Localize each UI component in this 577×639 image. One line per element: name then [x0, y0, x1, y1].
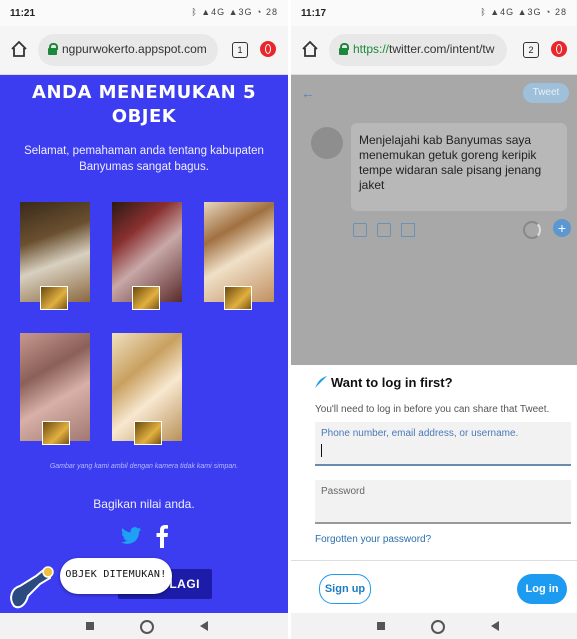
- play-again-label: LAGI: [169, 577, 200, 591]
- url-text: ngpurwokerto.appspot.com: [62, 42, 207, 56]
- photo-caption: Gambar yang kami ambil dengan kamera tid…: [49, 463, 239, 470]
- image-icon[interactable]: [353, 223, 367, 237]
- trumpet-mascot-icon: [10, 566, 54, 609]
- status-icons: ᛒ ▲4G ▲3G ◔ 28: [191, 7, 278, 17]
- login-subtitle: You'll need to log in before you can sha…: [315, 404, 550, 415]
- home-icon[interactable]: [301, 40, 319, 58]
- tab-count-button[interactable]: 2: [523, 42, 539, 58]
- avatar: [311, 127, 343, 159]
- username-field[interactable]: Phone number, email address, or username…: [315, 422, 571, 466]
- twitter-icon[interactable]: [120, 526, 142, 546]
- facebook-icon[interactable]: [152, 524, 172, 548]
- back-arrow-icon[interactable]: ←: [301, 85, 315, 101]
- android-nav-bar: [0, 613, 288, 639]
- url-host: twitter.com/intent/tw: [389, 42, 495, 56]
- right-phone-screen: 11:17 ᛒ ▲4G ▲3G ◔ 28 https://twitter.com…: [291, 0, 577, 639]
- forgot-password-link[interactable]: Forgotten your password?: [315, 534, 431, 545]
- poll-icon[interactable]: [401, 223, 415, 237]
- address-bar[interactable]: ngpurwokerto.appspot.com: [38, 34, 218, 66]
- tweet-composer-dimmed: ← Tweet Menjelajahi kab Banyumas saya me…: [291, 75, 577, 365]
- found-toast: OBJEK DITEMUKAN!: [60, 558, 172, 594]
- browser-toolbar: https://twitter.com/intent/tw 2: [291, 26, 577, 75]
- object-badge: [42, 421, 70, 445]
- lock-icon: [339, 43, 349, 55]
- opera-menu-icon[interactable]: [260, 41, 276, 57]
- android-nav-bar: [291, 613, 577, 639]
- result-page: ANDA MENEMUKAN 5 OBJEK Selamat, pemahama…: [0, 75, 288, 613]
- status-icons: ᛒ ▲4G ▲3G ◔ 28: [480, 7, 567, 17]
- recents-icon[interactable]: [86, 622, 94, 630]
- object-badge: [132, 286, 160, 310]
- page-title: ANDA MENEMUKAN 5 OBJEK: [32, 82, 256, 127]
- url-scheme: https://: [353, 42, 390, 56]
- browser-toolbar: ngpurwokerto.appspot.com 1: [0, 26, 288, 75]
- tab-count-button[interactable]: 1: [232, 42, 248, 58]
- status-time: 11:21: [10, 8, 36, 19]
- address-bar[interactable]: https://twitter.com/intent/tw: [329, 34, 507, 66]
- url-text: https://twitter.com/intent/tw: [353, 42, 501, 56]
- toast-text: OBJEK DITEMUKAN!: [65, 569, 167, 580]
- lock-icon: [48, 43, 58, 55]
- login-button[interactable]: Log in: [517, 574, 567, 604]
- divider: [291, 560, 577, 561]
- back-nav-icon[interactable]: [200, 621, 208, 631]
- password-placeholder: Password: [321, 486, 365, 497]
- gif-icon[interactable]: [377, 223, 391, 237]
- username-placeholder: Phone number, email address, or username…: [321, 428, 519, 439]
- character-count-ring: [523, 221, 541, 239]
- left-phone-screen: 11:21 ᛒ ▲4G ▲3G ◔ 28 ngpurwokerto.appspo…: [0, 0, 288, 639]
- tweet-text: Menjelajahi kab Banyumas saya menemukan …: [359, 133, 542, 192]
- home-icon[interactable]: [10, 40, 28, 58]
- object-badge: [134, 421, 162, 445]
- login-title: Want to log in first?: [331, 375, 453, 390]
- text-caret: [321, 444, 322, 457]
- tweet-text-area[interactable]: Menjelajahi kab Banyumas saya menemukan …: [351, 123, 567, 211]
- object-badge: [224, 286, 252, 310]
- feather-icon: [315, 376, 327, 388]
- signup-button[interactable]: Sign up: [319, 574, 371, 604]
- recents-icon[interactable]: [377, 622, 385, 630]
- opera-menu-icon[interactable]: [551, 41, 567, 57]
- back-nav-icon[interactable]: [491, 621, 499, 631]
- home-nav-icon[interactable]: [431, 620, 445, 634]
- congrats-text: Selamat, pemahaman anda tentang kabupate…: [24, 145, 264, 173]
- add-tweet-icon[interactable]: +: [553, 219, 571, 237]
- home-nav-icon[interactable]: [140, 620, 154, 634]
- status-bar: 11:21 ᛒ ▲4G ▲3G ◔ 28: [0, 0, 288, 26]
- object-badge: [40, 286, 68, 310]
- status-bar: 11:17 ᛒ ▲4G ▲3G ◔ 28: [291, 0, 577, 26]
- status-time: 11:17: [301, 8, 327, 19]
- tweet-button[interactable]: Tweet: [523, 83, 569, 103]
- share-prompt: Bagikan nilai anda.: [93, 497, 195, 511]
- password-field[interactable]: Password: [315, 480, 571, 524]
